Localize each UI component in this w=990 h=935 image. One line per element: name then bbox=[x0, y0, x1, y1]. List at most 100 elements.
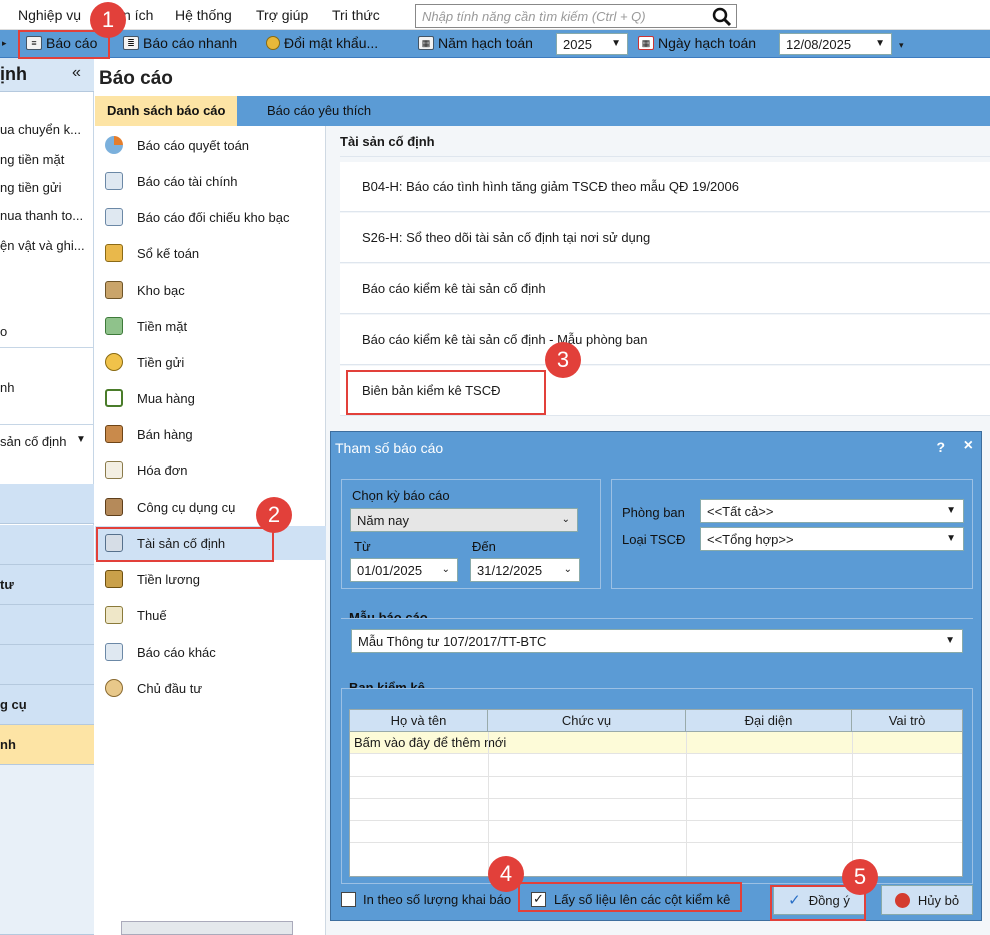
dialog-title: Tham số báo cáo bbox=[335, 440, 444, 456]
left-item[interactable]: ng tiền mặt bbox=[0, 152, 64, 167]
report-row[interactable]: B04-H: Báo cáo tình hình tăng giảm TSCĐ … bbox=[340, 162, 990, 212]
period-group: Chọn kỳ báo cáo Năm nay ⌄ Từ Đến 01/01/20… bbox=[341, 479, 601, 589]
tu-date-field[interactable]: 01/01/2025 ⌄ bbox=[350, 558, 458, 582]
left-item[interactable]: ua chuyển k... bbox=[0, 122, 81, 137]
menu-he-thong[interactable]: Hệ thống bbox=[175, 7, 232, 23]
chevron-down-icon[interactable]: ▼ bbox=[76, 434, 86, 445]
phong-ban-select[interactable]: <<Tất cả>> ▼ bbox=[700, 499, 964, 523]
collapse-icon[interactable]: « bbox=[72, 64, 81, 82]
grid-line bbox=[488, 732, 489, 876]
left-item[interactable]: ện vật và ghi... bbox=[0, 238, 85, 253]
report-row[interactable]: Báo cáo kiểm kê tài sản cố định bbox=[340, 264, 990, 314]
menu-tien-ich[interactable]: n ích bbox=[123, 7, 153, 23]
chevron-down-icon: ▼ bbox=[946, 505, 956, 516]
chevron-down-icon: ⌄ bbox=[561, 514, 570, 525]
category-bao-cao-tai-chinh[interactable]: Báo cáo tài chính bbox=[95, 164, 326, 198]
den-date-field[interactable]: 31/12/2025 ⌄ bbox=[470, 558, 580, 582]
huy-bo-label: Hủy bỏ bbox=[917, 892, 960, 908]
highlight-box-3 bbox=[346, 370, 546, 415]
left-group-button-active[interactable]: nh bbox=[0, 725, 94, 765]
doi-mat-khau-button[interactable]: Đổi mật khẩu... bbox=[266, 35, 378, 51]
dialog-title-bar: Tham số báo cáo ? × bbox=[331, 432, 983, 462]
left-group-button[interactable] bbox=[0, 484, 94, 524]
left-item[interactable]: nh bbox=[0, 380, 14, 395]
category-chu-dau-tu[interactable]: Chủ đầu tư bbox=[95, 671, 326, 705]
highlight-box-4 bbox=[518, 882, 742, 912]
chevron-down-icon: ▼ bbox=[611, 38, 621, 49]
huy-bo-button[interactable]: Hủy bỏ bbox=[881, 885, 973, 915]
ngay-hach-toan-label-group: ▦ Ngày hạch toán bbox=[638, 35, 756, 51]
category-mua-hang[interactable]: Mua hàng bbox=[95, 381, 326, 415]
key-icon bbox=[266, 36, 280, 50]
left-group-button[interactable] bbox=[0, 525, 94, 565]
step-badge-3: 3 bbox=[545, 342, 581, 378]
ngay-hach-toan-select[interactable]: 12/08/2025 ▼ bbox=[779, 33, 892, 55]
divider bbox=[340, 156, 990, 157]
grid-line bbox=[350, 776, 962, 777]
bao-cao-nhanh-button[interactable]: ≣ Báo cáo nhanh bbox=[123, 35, 237, 51]
loai-tscd-label: Loại TSCĐ bbox=[622, 532, 686, 547]
column-header[interactable]: Đại diện bbox=[686, 710, 852, 732]
nam-hach-toan-select[interactable]: 2025 ▼ bbox=[556, 33, 628, 55]
chevron-down-icon: ⌄ bbox=[563, 564, 572, 575]
search-icon[interactable] bbox=[712, 7, 732, 27]
category-hoa-don[interactable]: Hóa đơn bbox=[95, 453, 326, 487]
toolbar-overflow-icon[interactable]: ▸ bbox=[2, 38, 7, 49]
loai-tscd-select[interactable]: <<Tổng hợp>> ▼ bbox=[700, 527, 964, 551]
step-badge-4: 4 bbox=[488, 856, 524, 892]
left-group-button[interactable]: tư bbox=[0, 565, 94, 605]
report-row[interactable]: S26-H: Sổ theo dõi tài sản cố định tại n… bbox=[340, 213, 990, 263]
quick-report-icon: ≣ bbox=[123, 36, 139, 50]
document-icon bbox=[105, 172, 123, 190]
step-badge-2: 2 bbox=[256, 497, 292, 533]
menu-nghiep-vu[interactable]: Nghiệp vụ bbox=[18, 7, 81, 23]
left-group-button[interactable] bbox=[0, 645, 94, 685]
mau-bao-cao-select[interactable]: Mẫu Thông tư 107/2017/TT-BTC ▼ bbox=[351, 629, 963, 653]
tab-danh-sach-bao-cao[interactable]: Danh sách báo cáo bbox=[95, 96, 238, 126]
divider bbox=[0, 347, 94, 348]
category-tien-mat[interactable]: Tiền mặt bbox=[95, 309, 326, 343]
left-group-button[interactable]: g cụ bbox=[0, 685, 94, 725]
ngay-hach-toan-value: 12/08/2025 bbox=[786, 37, 852, 52]
bottom-button[interactable] bbox=[121, 921, 293, 935]
grid-line bbox=[852, 732, 853, 876]
category-kho-bac[interactable]: Kho bạc bbox=[95, 273, 326, 307]
close-icon[interactable]: × bbox=[964, 437, 973, 455]
category-bao-cao-khac[interactable]: Báo cáo khác bbox=[95, 635, 326, 669]
nam-hach-toan-label: Năm hạch toán bbox=[438, 35, 533, 51]
in-theo-checkbox[interactable] bbox=[341, 892, 356, 907]
left-group-filler bbox=[0, 765, 94, 935]
chevron-down-icon: ▼ bbox=[945, 635, 955, 646]
tu-label: Từ bbox=[354, 539, 371, 554]
category-ban-hang[interactable]: Bán hàng bbox=[95, 417, 326, 451]
bao-cao-nhanh-label: Báo cáo nhanh bbox=[143, 35, 238, 51]
category-so-ke-toan[interactable]: Sổ kế toán bbox=[95, 236, 326, 270]
left-group-button[interactable] bbox=[0, 605, 94, 645]
category-bao-cao-quyet-toan[interactable]: Báo cáo quyết toán bbox=[95, 128, 326, 162]
column-header[interactable]: Chức vụ bbox=[488, 710, 686, 732]
menu-tri-thuc[interactable]: Tri thức bbox=[332, 7, 380, 23]
left-item[interactable]: o bbox=[0, 324, 7, 339]
grid-line bbox=[686, 732, 687, 876]
calendar-icon: ▦ bbox=[418, 36, 434, 50]
left-item[interactable]: nua thanh to... bbox=[0, 208, 83, 223]
divider bbox=[0, 424, 94, 425]
add-row[interactable]: Bấm vào đây để thêm mới bbox=[350, 732, 962, 754]
category-thue[interactable]: Thuế bbox=[95, 598, 326, 632]
chon-ky-select[interactable]: Năm nay ⌄ bbox=[350, 508, 578, 532]
category-tien-luong[interactable]: Tiền lương bbox=[95, 562, 326, 596]
highlight-box-2 bbox=[96, 527, 274, 562]
category-bao-cao-doi-chieu-kho-bac[interactable]: Báo cáo đối chiếu kho bạc bbox=[95, 200, 326, 234]
toolbar-more-icon[interactable]: ▾ bbox=[899, 40, 904, 51]
menu-tro-giup[interactable]: Trợ giúp bbox=[256, 7, 308, 23]
report-row[interactable]: Báo cáo kiểm kê tài sản cố định - Mẫu ph… bbox=[340, 315, 990, 365]
column-header[interactable]: Họ và tên bbox=[350, 710, 488, 732]
help-icon[interactable]: ? bbox=[936, 439, 945, 455]
category-tien-gui[interactable]: Tiền gửi bbox=[95, 345, 326, 379]
left-dropdown-label[interactable]: sản cố định bbox=[0, 434, 67, 449]
grid-line bbox=[350, 842, 962, 843]
tab-bao-cao-yeu-thich[interactable]: Báo cáo yêu thích bbox=[255, 96, 383, 126]
search-input[interactable]: Nhập tính năng cần tìm kiếm (Ctrl + Q) bbox=[415, 4, 737, 28]
left-item[interactable]: ng tiền gửi bbox=[0, 180, 61, 195]
column-header[interactable]: Vai trò bbox=[852, 710, 962, 732]
